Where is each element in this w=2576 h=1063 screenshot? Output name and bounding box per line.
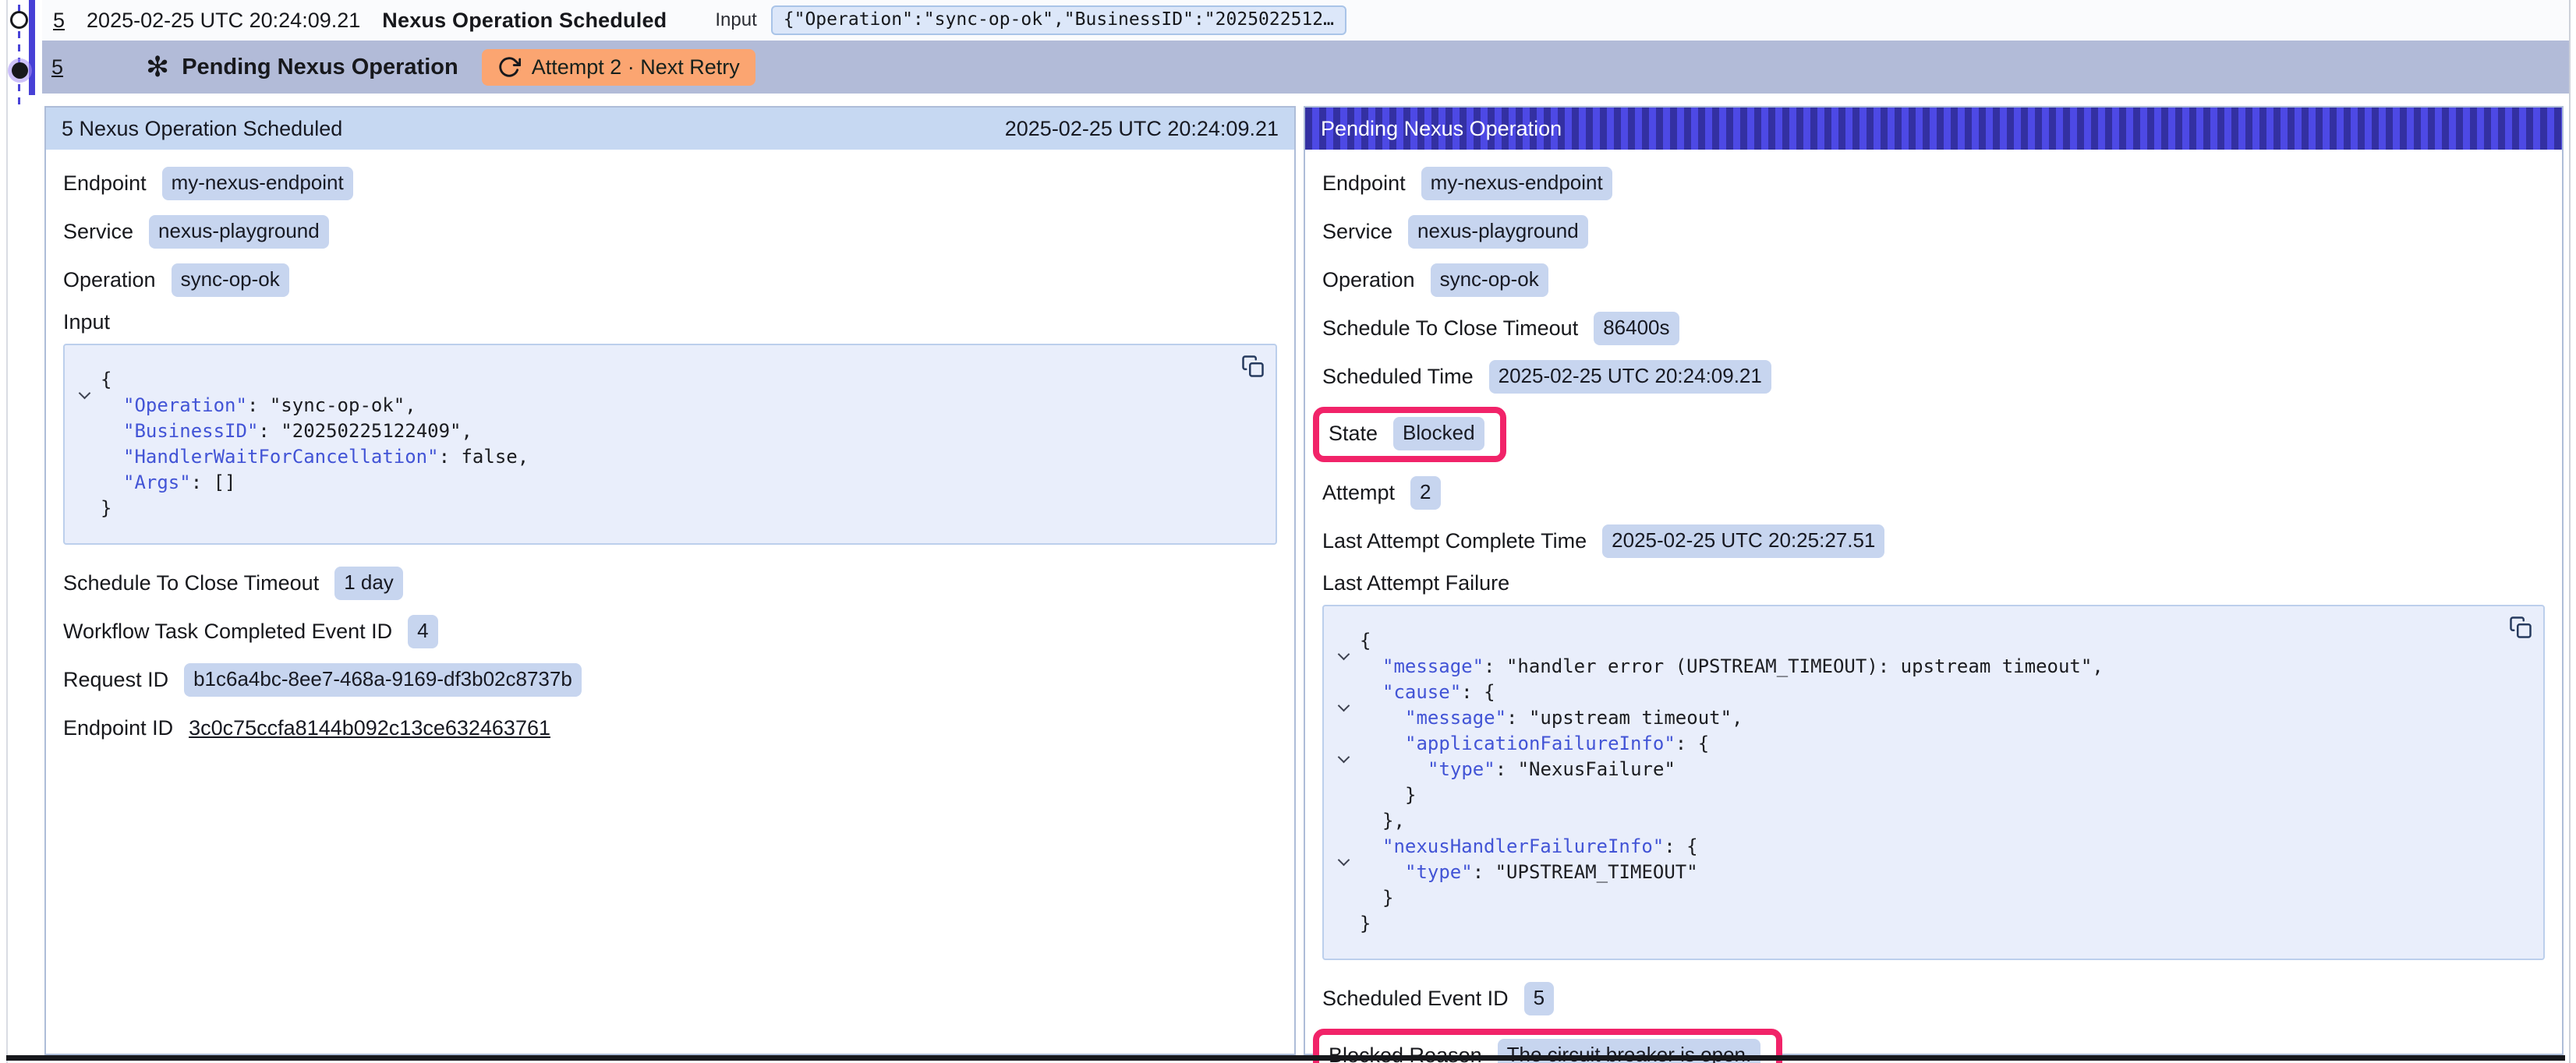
field-label: Operation (63, 268, 156, 292)
json-line: "cause": { (1333, 680, 2528, 705)
field-row: Operation sync-op-ok (63, 262, 1277, 298)
json-line: "message": "handler error (UPSTREAM_TIME… (1333, 654, 2528, 680)
right-edge-divider (2569, 0, 2571, 1063)
json-line: "nexusHandlerFailureInfo": { (1333, 834, 2528, 860)
field-value-chip: 86400s (1594, 312, 1679, 345)
field-value-chip: 2 (1410, 476, 1440, 510)
field-value-chip: my-nexus-endpoint (162, 167, 353, 200)
field-label: Service (63, 220, 133, 244)
field-value-chip: 4 (408, 615, 437, 648)
nexus-star-icon: ✻ (146, 53, 169, 81)
endpoint-id-link[interactable]: 3c0c75ccfa8144b092c13ce632463761 (189, 716, 550, 740)
field-row: Operation sync-op-ok (1322, 262, 2545, 298)
field-row: Scheduled Event ID 5 (1322, 980, 2545, 1016)
field-value-chip: 1 day (334, 567, 403, 600)
pending-operation-header-title: Pending Nexus Operation (1321, 117, 1562, 141)
field-value-chip: 2025-02-25 UTC 20:25:27.51 (1602, 524, 1884, 558)
field-value-chip: my-nexus-endpoint (1421, 167, 1612, 200)
state-value-chip: Blocked (1393, 417, 1484, 450)
failure-json-viewer: { "message": "handler error (UPSTREAM_TI… (1322, 605, 2545, 960)
copy-icon[interactable] (2509, 616, 2532, 639)
input-section-label: Input (63, 310, 1277, 334)
json-line: "BusinessID": "20250225122409", (74, 418, 1260, 444)
input-preview-chip[interactable]: {"Operation":"sync-op-ok","BusinessID":"… (771, 5, 1346, 35)
field-row: Service nexus-playground (63, 214, 1277, 249)
field-value-chip: nexus-playground (149, 215, 329, 249)
event-detail-panel: 5 Nexus Operation Scheduled 2025-02-25 U… (44, 106, 1296, 1055)
field-row: Attempt 2 (1322, 475, 2545, 510)
timeline-pending-dot-icon (12, 62, 28, 79)
field-row: Endpoint my-nexus-endpoint (1322, 165, 2545, 201)
json-line: { (74, 367, 1260, 393)
event-summary-row[interactable]: 5 2025-02-25 UTC 20:24:09.21 Nexus Opera… (42, 0, 2570, 41)
event-detail-header-title: 5 Nexus Operation Scheduled (62, 117, 342, 141)
event-timestamp: 2025-02-25 UTC 20:24:09.21 (87, 9, 360, 33)
field-row: Workflow Task Completed Event ID 4 (63, 613, 1277, 649)
field-row: Schedule To Close Timeout 86400s (1322, 310, 2545, 346)
pending-operation-header: Pending Nexus Operation (1305, 108, 2562, 150)
field-value-chip: 2025-02-25 UTC 20:24:09.21 (1489, 360, 1771, 394)
json-line: "applicationFailureInfo": { (1333, 731, 2528, 757)
event-detail-header-timestamp: 2025-02-25 UTC 20:24:09.21 (1005, 117, 1279, 141)
json-line: } (1333, 885, 2528, 911)
json-line: { (1333, 628, 2528, 654)
field-label: Operation (1322, 268, 1415, 292)
group-id-link[interactable]: 5 (51, 55, 63, 79)
field-label: Schedule To Close Timeout (63, 571, 319, 595)
copy-icon[interactable] (1241, 355, 1265, 378)
input-json-viewer: { "Operation": "sync-op-ok", "BusinessID… (63, 344, 1277, 545)
field-label: Service (1322, 220, 1392, 244)
timeline-event-circle-icon (10, 11, 28, 29)
field-value-chip: 5 (1524, 982, 1554, 1015)
state-highlight-annotation: State Blocked (1313, 407, 1506, 462)
field-label: Last Attempt Complete Time (1322, 529, 1587, 553)
field-row: Request ID b1c6a4bc-8ee7-468a-9169-df3b02… (63, 662, 1277, 697)
field-value-chip: sync-op-ok (1431, 263, 1548, 297)
refresh-icon (497, 55, 521, 79)
json-line: "type": "NexusFailure" (1333, 757, 2528, 782)
field-row: Schedule To Close Timeout 1 day (63, 565, 1277, 601)
field-label: Endpoint ID (63, 716, 173, 740)
input-label: Input (715, 9, 756, 31)
retry-status-badge: Attempt 2 · Next Retry (482, 49, 755, 86)
field-label: Endpoint (1322, 171, 1406, 196)
json-line: }, (1333, 808, 2528, 834)
pending-operation-row[interactable]: 5 ✻ Pending Nexus Operation Attempt 2 · … (42, 41, 2570, 94)
bottom-divider (6, 1055, 2565, 1061)
json-line: } (1333, 911, 2528, 937)
event-title: Nexus Operation Scheduled (382, 9, 667, 33)
json-line: "Operation": "sync-op-ok", (74, 393, 1260, 418)
field-label: State (1329, 422, 1378, 446)
field-label: Workflow Task Completed Event ID (63, 620, 392, 644)
group-title: Pending Nexus Operation (182, 55, 458, 80)
json-line: "message": "upstream timeout", (1333, 705, 2528, 731)
field-label: Attempt (1322, 481, 1395, 505)
field-value-chip: b1c6a4bc-8ee7-468a-9169-df3b02c8737b (184, 663, 582, 697)
field-row: Service nexus-playground (1322, 214, 2545, 249)
field-row: Endpoint my-nexus-endpoint (63, 165, 1277, 201)
json-line: "HandlerWaitForCancellation": false, (74, 444, 1260, 470)
failure-section-label: Last Attempt Failure (1322, 571, 2545, 595)
event-history-screen: 5 2025-02-25 UTC 20:24:09.21 Nexus Opera… (0, 0, 2576, 1063)
field-row: Last Attempt Complete Time 2025-02-25 UTC… (1322, 523, 2545, 559)
json-line: "type": "UPSTREAM_TIMEOUT" (1333, 860, 2528, 885)
json-line: } (1333, 782, 2528, 808)
field-label: Schedule To Close Timeout (1322, 316, 1578, 341)
field-label: Scheduled Event ID (1322, 987, 1509, 1011)
field-value-chip: nexus-playground (1408, 215, 1588, 249)
field-row: Scheduled Time 2025-02-25 UTC 20:24:09.21 (1322, 358, 2545, 394)
json-line: "Args": [] (74, 470, 1260, 496)
gutter-divider (6, 0, 8, 1063)
json-line: } (74, 496, 1260, 521)
field-row: Endpoint ID 3c0c75ccfa8144b092c13ce632463… (63, 710, 1277, 746)
selected-event-indicator-bar (29, 0, 35, 95)
field-label: Endpoint (63, 171, 147, 196)
event-id-link[interactable]: 5 (53, 9, 65, 33)
pending-operation-panel: Pending Nexus Operation Endpoint my-nexus… (1304, 106, 2564, 1055)
event-detail-header: 5 Nexus Operation Scheduled 2025-02-25 U… (46, 108, 1294, 150)
field-label: Request ID (63, 668, 168, 692)
field-value-chip: sync-op-ok (172, 263, 289, 297)
field-label: Scheduled Time (1322, 365, 1474, 389)
retry-badge-label: Attempt 2 · Next Retry (532, 55, 740, 79)
